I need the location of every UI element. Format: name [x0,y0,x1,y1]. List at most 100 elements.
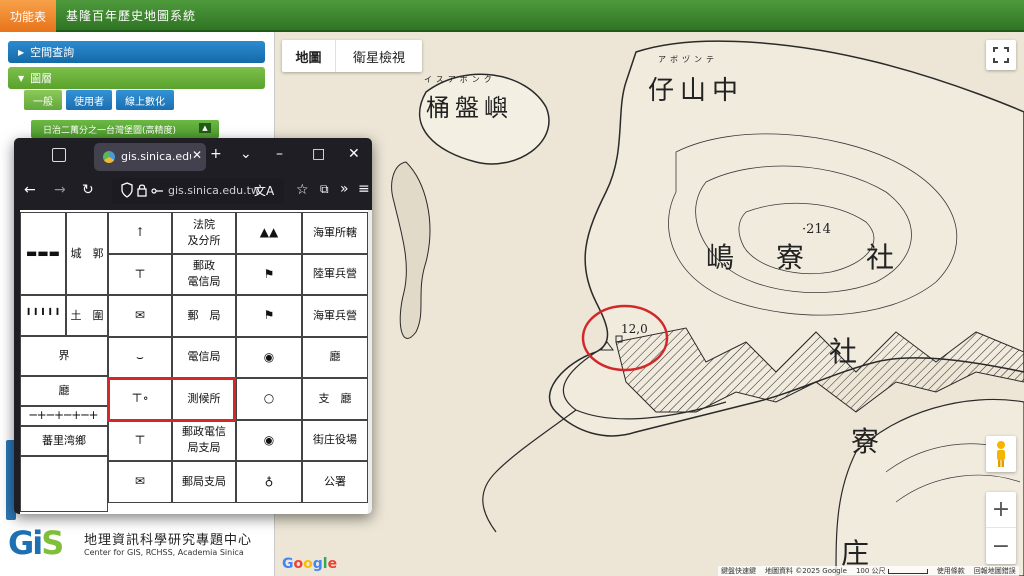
url-text: gis.sinica.edu.tw [168,184,260,197]
map-label-tongpanyu: 桶盤嶼 [426,94,513,122]
legend-symbol-c: ▲▲ [236,212,302,254]
legend-symbol-a: ╹╹╹╹╹ [20,295,66,336]
tab-user[interactable]: 使用者 [66,90,112,110]
pegman-icon [997,441,1005,467]
fullscreen-icon [993,47,1009,63]
org-name-en: Center for GIS, RCHSS, Academia Sinica [84,548,244,557]
org-name-cn: 地理資訊科學研究專題中心 [84,533,253,548]
app-title: 基隆百年歷史地圖系統 [66,9,197,23]
legend-symbol-c: ♁ [236,461,302,503]
map-attribution: 鍵盤快速鍵 地圖資料 ©2025 Google 100 公尺 使用條款 回報地圖… [718,566,1019,576]
map-view-button[interactable]: 地圖 [282,40,336,72]
tab-close-icon[interactable]: ✕ [192,148,202,162]
layer-visibility-icon: ▲ [199,123,211,133]
map-layer-label: 日治二萬分之一台灣堡圖(高精度) [43,125,177,136]
new-tab-button[interactable]: + [210,146,222,162]
menu-tab[interactable]: 功能表 [0,0,56,32]
caret-right-icon: ▶ [18,47,25,57]
report-error-link[interactable]: 回報地圖錯誤 [974,566,1016,576]
forward-button[interactable]: → [54,182,66,198]
legend-label-c: 廳 [302,336,368,378]
legend-symbol-b: ↑ [108,212,172,254]
browser-content: ▬▬▬ 城 郭 ╹╹╹╹╹ 土 圍界廳 ─+─+─+─+ 蕃里湾鄉 ↑ 法院 及分所 ▲▲ 海軍所… [20,210,372,514]
map-label-tongpanyu-kana: イスアボンク [424,75,496,84]
terms-link[interactable]: 使用條款 [937,566,965,576]
maximize-button[interactable]: □ [312,146,325,162]
legend-cell-a [20,456,108,512]
map-type-control: 地圖 衛星檢視 [282,40,422,72]
map-label-zaishanzhong: 仔山中 [648,76,745,106]
google-logo: Google [282,556,338,572]
legend-table: ▬▬▬ 城 郭 ╹╹╹╹╹ 土 圍界廳 ─+─+─+─+ 蕃里湾鄉 ↑ 法院 及分所 ▲▲ 海軍所… [20,210,368,512]
map-canvas[interactable]: 仔山中 アボヅンテ 桶盤嶼 イスアボンク 嶋 寮 社 ·214 12,0 社 寮… [276,32,1024,576]
legend-label-a: 蕃里湾鄉 [20,426,108,456]
tab-online-digitize[interactable]: 線上數化 [116,90,174,110]
legend-label-b: 郵 局 [172,295,236,337]
legend-symbol-c: ⚑ [236,253,302,295]
legend-symbol-b: ✉ [108,295,172,337]
legend-label-b: 郵政電信 局支局 [172,419,236,461]
legend-label-a: 城 郭 [66,212,108,295]
legend-symbol-b: ⊤ [108,419,172,461]
keyboard-shortcuts-link[interactable]: 鍵盤快速鍵 [721,566,756,576]
legend-label-b: 法院 及分所 [172,212,236,254]
back-button[interactable]: ← [24,182,36,198]
legend-symbol-c: ◉ [236,336,302,378]
overflow-menu-icon[interactable]: » [340,181,349,197]
legend-label-a: 廳 [20,376,108,406]
reload-button[interactable]: ↻ [82,182,94,198]
zoom-in-button[interactable]: + [986,492,1016,528]
browser-window: gis.sinica.edu.tw ✕ + ⌄ – □ ✕ ← → ↻ gis.… [14,138,372,514]
legend-symbol-c: ⚑ [236,295,302,337]
top-bar: 功能表 基隆百年歷史地圖系統 [0,0,1024,32]
legend-label-a: 土 圍 [66,295,108,336]
legend-label-a: 界 [20,336,108,376]
map-label-elevation-12: 12,0 [621,322,648,336]
legend-label-c: 海軍所轄 [302,212,368,254]
spatial-query-accordion[interactable]: ▶ 空間查詢 [8,41,265,63]
legend-label-c: 陸軍兵營 [302,253,368,295]
caret-down-icon: ▼ [18,73,25,83]
map-label-liao2: 寮 [851,425,880,458]
scale-bar: 100 公尺 [856,566,928,576]
tab-list-icon[interactable] [52,148,66,162]
legend-symbol-b: ⌣ [108,336,172,378]
map-label-elevation-214: ·214 [802,222,831,237]
browser-nav-bar: ← → ↻ gis.sinica.edu.tw 文A ☆ ⧉ » ≡ [14,174,372,208]
legend-symbol-b: ⊤ [108,253,172,295]
street-view-pegman[interactable] [986,436,1016,472]
highlight-box [107,377,236,422]
legend-label-b: 郵政 電信局 [172,253,236,295]
satellite-view-button[interactable]: 衛星檢視 [336,40,422,72]
layers-label: 圖層 [30,72,53,85]
historical-map-drawing [276,32,1024,576]
bookmark-star-icon[interactable]: ☆ [296,182,309,198]
hamburger-menu-icon[interactable]: ≡ [358,181,370,197]
minimize-button[interactable]: – [276,146,283,162]
map-label-zaishanzhong-kana: アボヅンテ [658,55,718,64]
site-favicon-icon [103,151,115,163]
tab-overflow-icon[interactable]: ⌄ [240,146,252,162]
content-scrollbar[interactable] [368,210,372,514]
zoom-control: + − [986,492,1016,564]
tab-general[interactable]: 一般 [24,90,62,110]
layers-accordion[interactable]: ▼ 圖層 [8,67,265,89]
map-layer-toggle[interactable]: 日治二萬分之一台灣堡圖(高精度) ▲ [31,120,219,138]
browser-tab[interactable]: gis.sinica.edu.tw ✕ [94,143,206,171]
legend-label-c: 海軍兵營 [302,295,368,337]
tab-title: gis.sinica.edu.tw [121,150,191,163]
zoom-out-button[interactable]: − [986,528,1016,564]
browser-tab-bar: gis.sinica.edu.tw ✕ + ⌄ – □ ✕ [14,138,372,174]
legend-symbol-c: ○ [236,378,302,420]
spatial-query-label: 空間查詢 [30,46,75,59]
legend-label-c: 街庄役場 [302,419,368,461]
extensions-icon[interactable]: ⧉ [320,182,329,197]
legend-label-b: 郵局支局 [172,461,236,503]
map-label-she2: 社 [829,335,858,368]
map-label-she: 社 [866,241,895,274]
translate-icon[interactable]: 文A [254,182,274,199]
legend-symbol-a: ─+─+─+─+ [20,406,108,426]
close-window-button[interactable]: ✕ [348,146,360,162]
fullscreen-button[interactable] [986,40,1016,70]
legend-symbol-a: ▬▬▬ [20,212,66,295]
